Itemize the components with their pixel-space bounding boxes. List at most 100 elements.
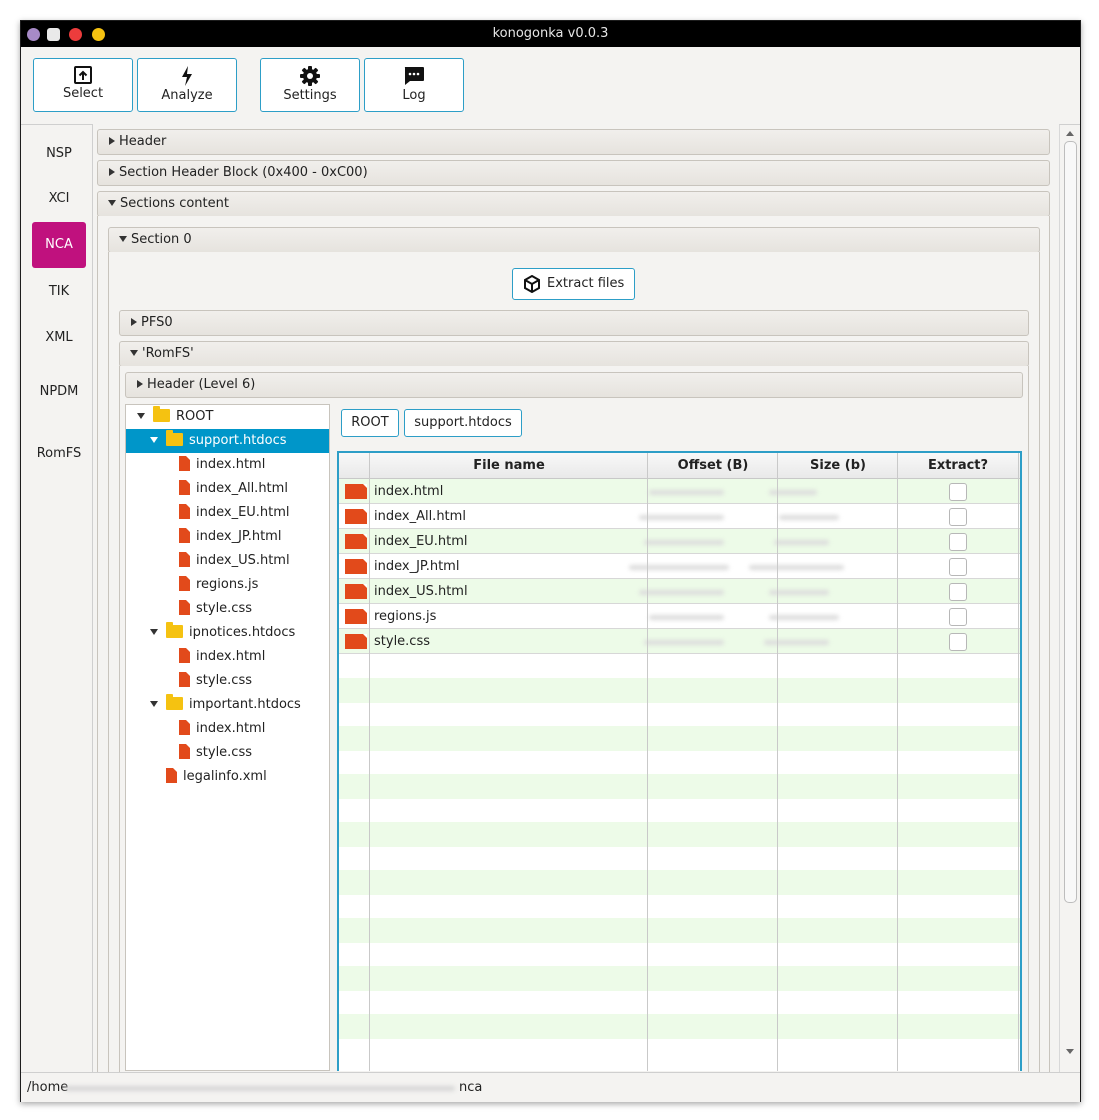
extract-checkbox[interactable] — [949, 533, 967, 551]
tree-item-file[interactable]: legalinfo.xml — [166, 765, 267, 789]
extract-checkbox[interactable] — [949, 608, 967, 626]
file-icon — [179, 720, 190, 735]
pfs0-pane[interactable]: PFS0 — [119, 310, 1029, 336]
tree-item-label: support.htdocs — [189, 433, 287, 448]
extract-files-button[interactable]: Extract files — [512, 268, 635, 300]
tree-item-file[interactable]: style.css — [179, 669, 252, 693]
header-pane[interactable]: Header — [97, 129, 1050, 155]
select-button[interactable]: Select — [33, 58, 133, 112]
offset-cell-redacted — [629, 565, 729, 570]
file-icon — [345, 509, 367, 524]
extract-checkbox[interactable] — [949, 633, 967, 651]
tree-item-label: style.css — [196, 745, 252, 760]
column-divider — [777, 453, 778, 1071]
analyze-label: Analyze — [161, 88, 213, 103]
column-header-extract[interactable]: Extract? — [898, 453, 1018, 478]
collapse-icon — [119, 236, 127, 242]
tree-item-root[interactable]: ROOT — [126, 405, 329, 429]
file-icon — [179, 504, 190, 519]
tree-item-file[interactable]: style.css — [179, 741, 252, 765]
extract-checkbox[interactable] — [949, 583, 967, 601]
app-window: konogonka v0.0.3 Select Analyze Settings… — [20, 20, 1081, 1102]
extract-checkbox[interactable] — [949, 508, 967, 526]
collapse-icon[interactable] — [150, 629, 158, 635]
file-icon — [179, 552, 190, 567]
status-path-suffix: nca — [459, 1080, 483, 1095]
column-divider — [369, 453, 370, 1071]
tab-romfs[interactable]: RomFS — [32, 431, 86, 477]
file-icon — [345, 484, 367, 499]
tab-xci[interactable]: XCI — [32, 176, 86, 222]
file-icon — [179, 744, 190, 759]
table-row[interactable]: regions.js — [339, 604, 1020, 629]
tree-item-file[interactable]: index_JP.html — [179, 525, 281, 549]
folder-icon — [166, 430, 183, 446]
table-row[interactable]: index_EU.html — [339, 529, 1020, 554]
settings-button[interactable]: Settings — [260, 58, 360, 112]
scroll-thumb[interactable] — [1064, 141, 1077, 903]
log-button[interactable]: Log — [364, 58, 464, 112]
tree-item-file[interactable]: index.html — [179, 453, 265, 477]
tree-item-file[interactable]: index.html — [179, 717, 265, 741]
file-icon — [179, 480, 190, 495]
empty-row — [339, 1038, 1020, 1063]
file-icon — [345, 534, 367, 549]
tree-item-label: style.css — [196, 601, 252, 616]
breadcrumb-support-htdocs-button[interactable]: support.htdocs — [404, 409, 522, 437]
romfs-file-tree[interactable]: ROOT support.htdocs index.html index_All… — [125, 404, 330, 1071]
tree-item-label: index.html — [196, 721, 266, 736]
tree-item-support-htdocs[interactable]: support.htdocs — [126, 429, 329, 453]
table-row[interactable]: style.css — [339, 629, 1020, 654]
column-header-offset[interactable]: Offset (B) — [648, 453, 778, 478]
tree-item-file[interactable]: index_EU.html — [179, 501, 290, 525]
scroll-down-icon[interactable] — [1066, 1049, 1074, 1054]
row-divider — [339, 503, 1020, 504]
tab-nsp[interactable]: NSP — [32, 131, 86, 177]
main-scrollbar[interactable] — [1059, 124, 1080, 1073]
select-label: Select — [62, 86, 104, 101]
log-label: Log — [402, 88, 426, 103]
tree-item-ipnotices-htdocs[interactable]: ipnotices.htdocs — [126, 621, 329, 645]
tree-item-file[interactable]: index.html — [179, 645, 265, 669]
romfs-pane[interactable]: 'RomFS' — [119, 341, 1029, 367]
analyze-button[interactable]: Analyze — [137, 58, 237, 112]
collapse-icon[interactable] — [150, 437, 158, 443]
column-header-file-name[interactable]: File name — [370, 453, 648, 478]
scroll-up-icon[interactable] — [1066, 131, 1074, 136]
table-row[interactable]: index.html — [339, 479, 1020, 504]
tab-nca[interactable]: NCA — [32, 222, 86, 268]
offset-cell-redacted — [644, 640, 724, 645]
row-divider — [339, 553, 1020, 554]
tree-item-file[interactable]: regions.js — [179, 573, 258, 597]
section0-pane[interactable]: Section 0 — [108, 227, 1040, 253]
empty-row — [339, 654, 1020, 679]
column-header-size[interactable]: Size (b) — [778, 453, 898, 478]
tree-item-file[interactable]: style.css — [179, 597, 252, 621]
sections-content-pane[interactable]: Sections content — [97, 191, 1050, 217]
tab-tik[interactable]: TIK — [32, 269, 86, 315]
tree-item-important-htdocs[interactable]: important.htdocs — [126, 693, 329, 717]
table-row[interactable]: index_All.html — [339, 504, 1020, 529]
tab-xml[interactable]: XML — [32, 315, 86, 361]
file-name-cell: regions.js — [374, 609, 437, 624]
table-row[interactable]: index_US.html — [339, 579, 1020, 604]
tab-npdm[interactable]: NPDM — [32, 369, 86, 415]
column-divider — [1018, 453, 1019, 1071]
table-row[interactable]: index_JP.html — [339, 554, 1020, 579]
section-header-block-pane[interactable]: Section Header Block (0x400 - 0xC00) — [97, 160, 1050, 186]
tree-item-file[interactable]: index_All.html — [179, 477, 288, 501]
extract-checkbox[interactable] — [949, 558, 967, 576]
collapse-icon — [130, 350, 138, 356]
extract-checkbox[interactable] — [949, 483, 967, 501]
collapse-icon[interactable] — [150, 701, 158, 707]
file-name-cell: style.css — [374, 634, 430, 649]
window-title: konogonka v0.0.3 — [492, 26, 609, 41]
breadcrumb-root-button[interactable]: ROOT — [341, 409, 399, 437]
collapse-icon[interactable] — [137, 413, 145, 419]
row-divider — [339, 578, 1020, 579]
file-table[interactable]: File name Offset (B) Size (b) Extract? i… — [337, 451, 1022, 1071]
empty-row — [339, 942, 1020, 967]
header-level6-pane[interactable]: Header (Level 6) — [125, 372, 1023, 398]
tree-item-file[interactable]: index_US.html — [179, 549, 290, 573]
file-name-cell: index_All.html — [374, 509, 466, 524]
